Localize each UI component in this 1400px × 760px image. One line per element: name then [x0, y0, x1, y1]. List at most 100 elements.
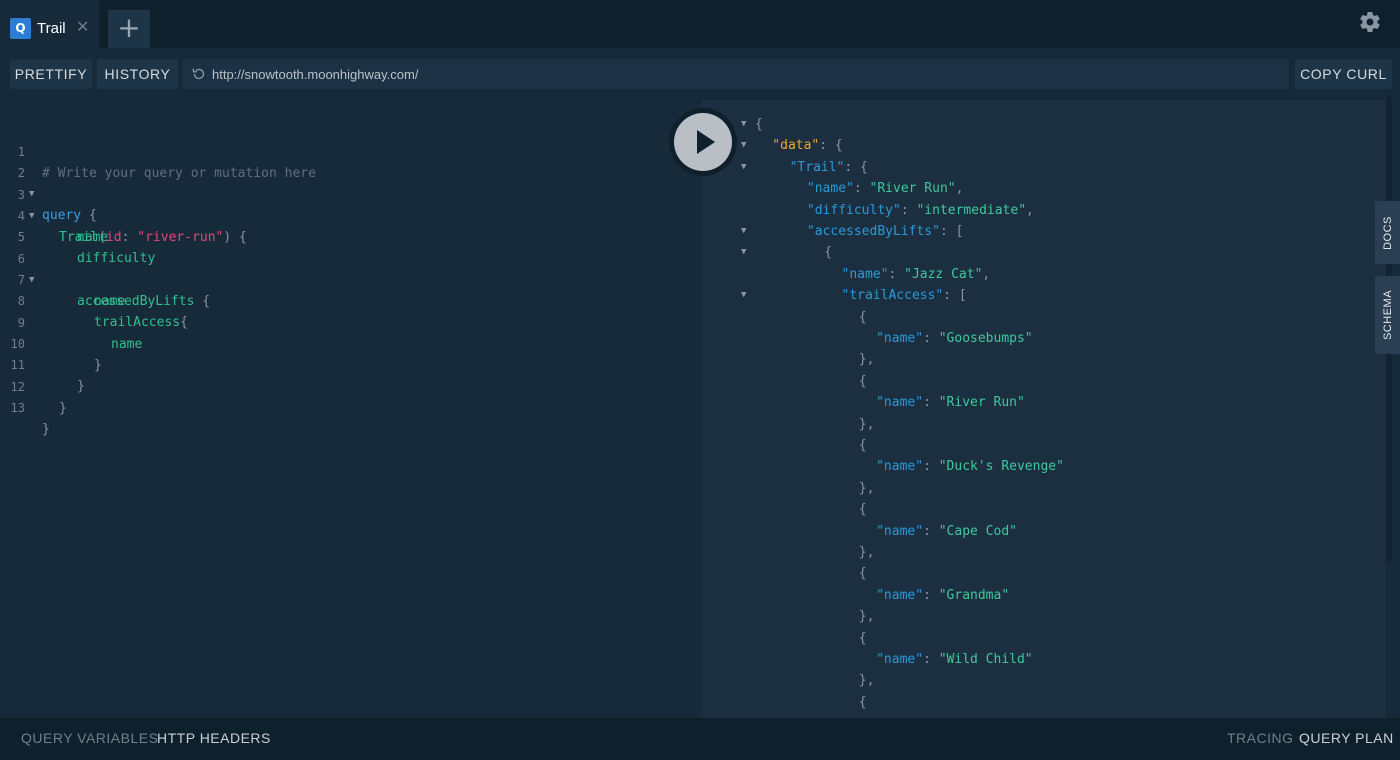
result-line: ▼ "data": {: [701, 135, 1381, 156]
run-button-face: [674, 113, 732, 171]
run-query-button[interactable]: [669, 108, 737, 176]
fold-arrow-icon[interactable]: ▼: [741, 242, 746, 263]
gear-icon[interactable]: [1358, 10, 1382, 34]
query-variables-tab[interactable]: QUERY VARIABLES: [21, 730, 158, 746]
result-text: "name": "Cape Cod": [876, 523, 1017, 539]
result-line: {: [701, 692, 1381, 713]
add-tab-button[interactable]: +: [108, 10, 150, 48]
docs-tab-label: DOCS: [1381, 215, 1394, 250]
fold-arrow-icon[interactable]: ▼: [741, 114, 746, 135]
result-text: "difficulty": "intermediate",: [806, 202, 1034, 218]
toolbar: PRETTIFY HISTORY COPY CURL: [0, 48, 1400, 100]
endpoint-url-bar: [183, 59, 1289, 89]
fold-arrow-icon[interactable]: ▼: [741, 135, 746, 156]
result-line: "name": "Cape Cod": [701, 521, 1381, 542]
code-text: }: [59, 401, 67, 416]
result-text: },: [858, 609, 875, 625]
result-line: ▼ "Trail": {: [701, 157, 1381, 178]
query-plan-tab[interactable]: QUERY PLAN: [1299, 730, 1394, 746]
editor-line: 9 name: [0, 292, 700, 352]
result-text: "data": {: [772, 138, 843, 154]
line-number: 13: [10, 401, 25, 415]
result-line: {: [701, 371, 1381, 392]
result-text: "name": "River Run": [876, 395, 1025, 411]
close-icon[interactable]: ✕: [76, 18, 89, 38]
result-text: {: [858, 694, 867, 710]
result-line: {: [701, 435, 1381, 456]
tab-title: Trail: [37, 20, 66, 37]
result-text: },: [858, 416, 875, 432]
editor-line: 4 name: [0, 185, 700, 245]
docs-tab[interactable]: DOCS: [1375, 201, 1400, 264]
fold-arrow-icon[interactable]: ▼: [741, 285, 746, 306]
result-text: "name": "Duck's Revenge": [876, 459, 1064, 475]
result-line: },: [701, 478, 1381, 499]
result-text: },: [858, 673, 875, 689]
result-text: "trailAccess": [: [841, 288, 967, 304]
result-line: },: [701, 349, 1381, 370]
schema-tab[interactable]: SCHEMA: [1375, 276, 1400, 354]
prettify-button[interactable]: PRETTIFY: [10, 59, 92, 89]
tracing-tab[interactable]: TRACING: [1227, 730, 1294, 746]
result-line: {: [701, 499, 1381, 520]
tab-trail[interactable]: Q Trail ✕: [0, 0, 99, 48]
result-line: "name": "Grandma": [701, 585, 1381, 606]
editor-line: 1 # Write your query or mutation here: [0, 121, 700, 181]
result-line: {: [701, 563, 1381, 584]
result-text: "accessedByLifts": [: [806, 224, 964, 239]
result-text: "name": "River Run",: [806, 181, 964, 197]
reload-icon[interactable]: [191, 66, 207, 82]
endpoint-url-input[interactable]: [212, 59, 1272, 89]
result-text: {: [824, 245, 833, 261]
fold-arrow-icon[interactable]: ▼: [741, 221, 746, 242]
result-line: },: [701, 606, 1381, 627]
editor-line: 13 }: [0, 377, 700, 437]
result-line: ▼ "trailAccess": [: [701, 285, 1381, 306]
schema-tab-label: SCHEMA: [1381, 289, 1394, 341]
result-line: "name": "Duck's Revenge": [701, 456, 1381, 477]
play-icon: [697, 130, 715, 154]
result-text: "name": "Goosebumps": [876, 331, 1033, 346]
result-line: "name": "River Run",: [701, 178, 1381, 199]
copy-curl-button[interactable]: COPY CURL: [1295, 59, 1392, 89]
result-text: },: [858, 545, 875, 560]
result-line: {: [701, 307, 1381, 328]
editor-line: 8 trailAccess{: [0, 270, 700, 330]
result-text: {: [858, 502, 867, 518]
query-editor[interactable]: 1 # Write your query or mutation here 2 …: [0, 100, 701, 718]
result-line: "name": "River Run": [701, 392, 1381, 413]
http-headers-tab[interactable]: HTTP HEADERS: [157, 730, 271, 746]
result-text: "name": "Grandma": [876, 587, 1010, 603]
result-line: },: [701, 670, 1381, 691]
result-line: },: [701, 414, 1381, 435]
result-line: "name": "Wild Child": [701, 649, 1381, 670]
result-text: },: [858, 480, 875, 496]
result-line: ▼{: [701, 114, 1381, 135]
result-line: ▼{: [701, 242, 1381, 263]
result-viewer[interactable]: ▼{▼ "data": {▼ "Trail": {"name": "River Ru…: [701, 100, 1386, 718]
result-text: {: [858, 309, 867, 325]
tab-bar: Q Trail ✕ +: [0, 0, 1400, 48]
editor-line: 7 name: [0, 249, 700, 309]
editor-line: 11 }: [0, 334, 700, 394]
result-text: },: [858, 352, 875, 368]
result-line: "name": "Jazz Cat",: [701, 264, 1381, 285]
result-line: "difficulty": "intermediate",: [701, 200, 1381, 221]
fold-arrow-icon[interactable]: ▼: [741, 157, 746, 178]
result-line: "name": "Goosebumps": [701, 328, 1381, 349]
editor-line: 5 difficulty: [0, 206, 700, 266]
editor-line: 6 ▼ accessedByLifts {: [0, 228, 700, 309]
result-text: "Trail": {: [789, 159, 868, 175]
history-button[interactable]: HISTORY: [97, 59, 178, 89]
result-text: {: [858, 566, 867, 582]
code-text: }: [42, 422, 50, 437]
result-text: {: [755, 117, 763, 132]
editor-line: 10 }: [0, 313, 700, 373]
query-tab-icon: Q: [10, 18, 31, 39]
result-line: ▼ "accessedByLifts": [: [701, 221, 1381, 242]
result-text: {: [858, 630, 867, 646]
editor-line: 12 }: [0, 356, 700, 416]
result-line: {: [701, 628, 1381, 649]
result-text: {: [858, 438, 867, 453]
editor-line: 2 ▼ query {: [0, 142, 700, 223]
